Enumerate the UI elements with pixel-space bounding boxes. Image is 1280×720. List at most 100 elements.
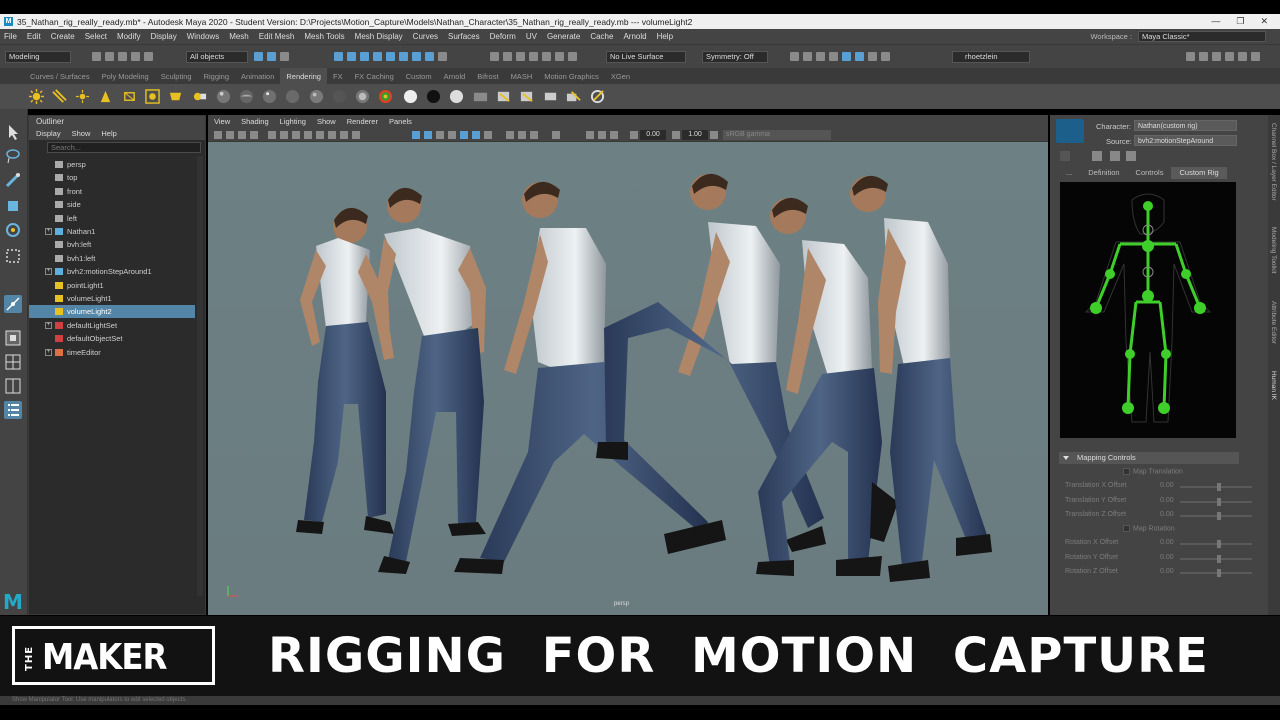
hik-tab-more[interactable]: ... xyxy=(1058,167,1080,179)
vp-image-plane-icon[interactable] xyxy=(250,131,258,139)
offset-value-field[interactable]: 0.00 xyxy=(1160,539,1174,546)
shelf-tab-arnold[interactable]: Arnold xyxy=(438,68,472,84)
shelf-tab-xgen[interactable]: XGen xyxy=(605,68,636,84)
menu-cache[interactable]: Cache xyxy=(590,32,613,41)
save-scene-icon[interactable] xyxy=(118,52,127,61)
selection-mask-select[interactable]: All objects xyxy=(186,51,248,63)
menu-mesh-display[interactable]: Mesh Display xyxy=(355,32,403,41)
outliner-scrollbar[interactable] xyxy=(197,156,203,596)
map-rotation-box[interactable] xyxy=(1123,525,1130,532)
offset-slider[interactable] xyxy=(1180,557,1252,560)
ambient-light-icon[interactable] xyxy=(29,89,44,104)
vp-exposure-value[interactable]: 0.00 xyxy=(640,130,666,140)
lambert-material-icon[interactable] xyxy=(239,89,254,104)
hik-open-icon[interactable] xyxy=(1092,151,1102,161)
sidebar-toggle-icon-6[interactable] xyxy=(1251,52,1260,61)
vp-safe-title-icon[interactable] xyxy=(340,131,348,139)
outliner-item-volumelight2[interactable]: volumeLight2 xyxy=(29,305,195,319)
ipr-render-icon[interactable] xyxy=(529,52,538,61)
offset-slider-handle[interactable] xyxy=(1217,540,1221,548)
hik-character-diagram[interactable] xyxy=(1060,182,1236,438)
toggle-icon-e[interactable] xyxy=(842,52,851,61)
hik-tab-controls[interactable]: Controls xyxy=(1128,167,1172,179)
expand-icon[interactable]: + xyxy=(45,228,52,235)
maximize-button[interactable]: ❐ xyxy=(1236,16,1244,27)
spot-light-icon[interactable] xyxy=(98,89,113,104)
expand-icon[interactable]: + xyxy=(45,321,52,329)
surface-shader-icon[interactable] xyxy=(285,89,300,104)
shelf-tab-mash[interactable]: MASH xyxy=(505,68,539,84)
vp-xray-joints-icon[interactable] xyxy=(586,131,594,139)
volume-light-icon[interactable] xyxy=(145,89,160,104)
menu-file[interactable]: File xyxy=(4,32,17,41)
blinn-material-icon[interactable] xyxy=(216,89,231,104)
vp-isolate-select-icon[interactable] xyxy=(552,131,560,139)
anisotropic-material-icon[interactable] xyxy=(355,89,370,104)
menu-curves[interactable]: Curves xyxy=(413,32,438,41)
shelf-tab-fx[interactable]: FX xyxy=(327,68,349,84)
user-account-select[interactable]: rhoetzlein xyxy=(952,51,1030,63)
snap-misc-icon[interactable] xyxy=(412,52,421,61)
map-rotation-checkbox[interactable]: Map Rotation xyxy=(1123,525,1175,532)
render-layer-icon[interactable] xyxy=(473,89,488,104)
menu-deform[interactable]: Deform xyxy=(490,32,516,41)
menu-mesh-tools[interactable]: Mesh Tools xyxy=(304,32,344,41)
outliner-item-defaultobjectset[interactable]: defaultObjectSet xyxy=(29,332,195,345)
ai-shader-icon[interactable] xyxy=(332,89,347,104)
outliner-item-volumelight1[interactable]: volumeLight1 xyxy=(29,292,195,305)
two-pane-layout-icon[interactable] xyxy=(4,377,22,395)
redo-icon[interactable] xyxy=(144,52,153,61)
vp-textured-icon[interactable] xyxy=(460,131,468,139)
menu-edit-mesh[interactable]: Edit Mesh xyxy=(259,32,295,41)
close-button[interactable]: ✕ xyxy=(1260,16,1268,27)
sidebar-toggle-icon-4[interactable] xyxy=(1225,52,1234,61)
offset-slider-handle[interactable] xyxy=(1217,483,1221,491)
history-icon[interactable] xyxy=(490,52,499,61)
offset-value-field[interactable]: 0.00 xyxy=(1160,511,1174,518)
select-component-icon[interactable] xyxy=(280,52,289,61)
menu-windows[interactable]: Windows xyxy=(187,32,219,41)
light-editor-icon[interactable] xyxy=(192,89,207,104)
rotate-tool-icon[interactable] xyxy=(4,221,22,239)
select-hierarchy-icon[interactable] xyxy=(254,52,263,61)
move-tool-icon[interactable] xyxy=(4,197,22,215)
offset-slider[interactable] xyxy=(1180,515,1252,517)
render-frame-icon[interactable] xyxy=(516,52,525,61)
render-view-shelf-icon[interactable] xyxy=(496,89,511,104)
snap-point-icon[interactable] xyxy=(360,52,369,61)
expand-icon[interactable]: + xyxy=(45,348,52,356)
black-material-icon[interactable] xyxy=(426,89,441,104)
viewport-menu-show[interactable]: Show xyxy=(317,117,336,126)
render-view-icon[interactable] xyxy=(503,52,512,61)
expand-icon[interactable]: + xyxy=(45,268,52,276)
side-tab-attribute-editor[interactable]: Attribute Editor xyxy=(1270,301,1277,344)
outliner-item-timeeditor[interactable]: + timeEditor xyxy=(29,346,195,359)
render-settings-shelf-icon[interactable] xyxy=(543,89,558,104)
menu-help[interactable]: Help xyxy=(657,32,673,41)
arnold-render-icon[interactable] xyxy=(568,52,577,61)
vp-default-material-icon[interactable] xyxy=(436,131,444,139)
scale-tool-icon[interactable] xyxy=(4,247,22,265)
arnold-render-shelf-icon[interactable] xyxy=(590,89,605,104)
hik-tab-definition[interactable]: Definition xyxy=(1080,167,1127,179)
outliner-menu-display[interactable]: Display xyxy=(36,129,61,138)
menu-modify[interactable]: Modify xyxy=(117,32,141,41)
outliner-item-side[interactable]: side xyxy=(29,198,195,211)
ipr-shelf-icon[interactable] xyxy=(519,89,534,104)
side-tab-human-ik[interactable]: Human IK xyxy=(1270,371,1277,400)
toggle-icon-d[interactable] xyxy=(829,52,838,61)
vp-ao-icon[interactable] xyxy=(506,131,514,139)
shelf-tab-rigging[interactable]: Rigging xyxy=(198,68,235,84)
outliner-item-pointlight1[interactable]: pointLight1 xyxy=(29,279,195,292)
offset-slider[interactable] xyxy=(1180,572,1252,574)
phong-material-icon[interactable] xyxy=(262,89,277,104)
open-scene-icon[interactable] xyxy=(105,52,114,61)
paint-select-tool-icon[interactable] xyxy=(4,171,22,189)
vp-gamma-value[interactable]: 1.00 xyxy=(682,130,708,140)
side-tab-channel-box[interactable]: Channel Box / Layer Editor xyxy=(1270,123,1277,201)
shelf-tab-fx-caching[interactable]: FX Caching xyxy=(349,68,400,84)
map-translation-checkbox[interactable]: Map Translation xyxy=(1123,468,1183,475)
vp-resolution-gate-icon[interactable] xyxy=(292,131,300,139)
vp-motion-blur-icon[interactable] xyxy=(518,131,526,139)
mapping-controls-header[interactable]: Mapping Controls xyxy=(1059,452,1239,464)
